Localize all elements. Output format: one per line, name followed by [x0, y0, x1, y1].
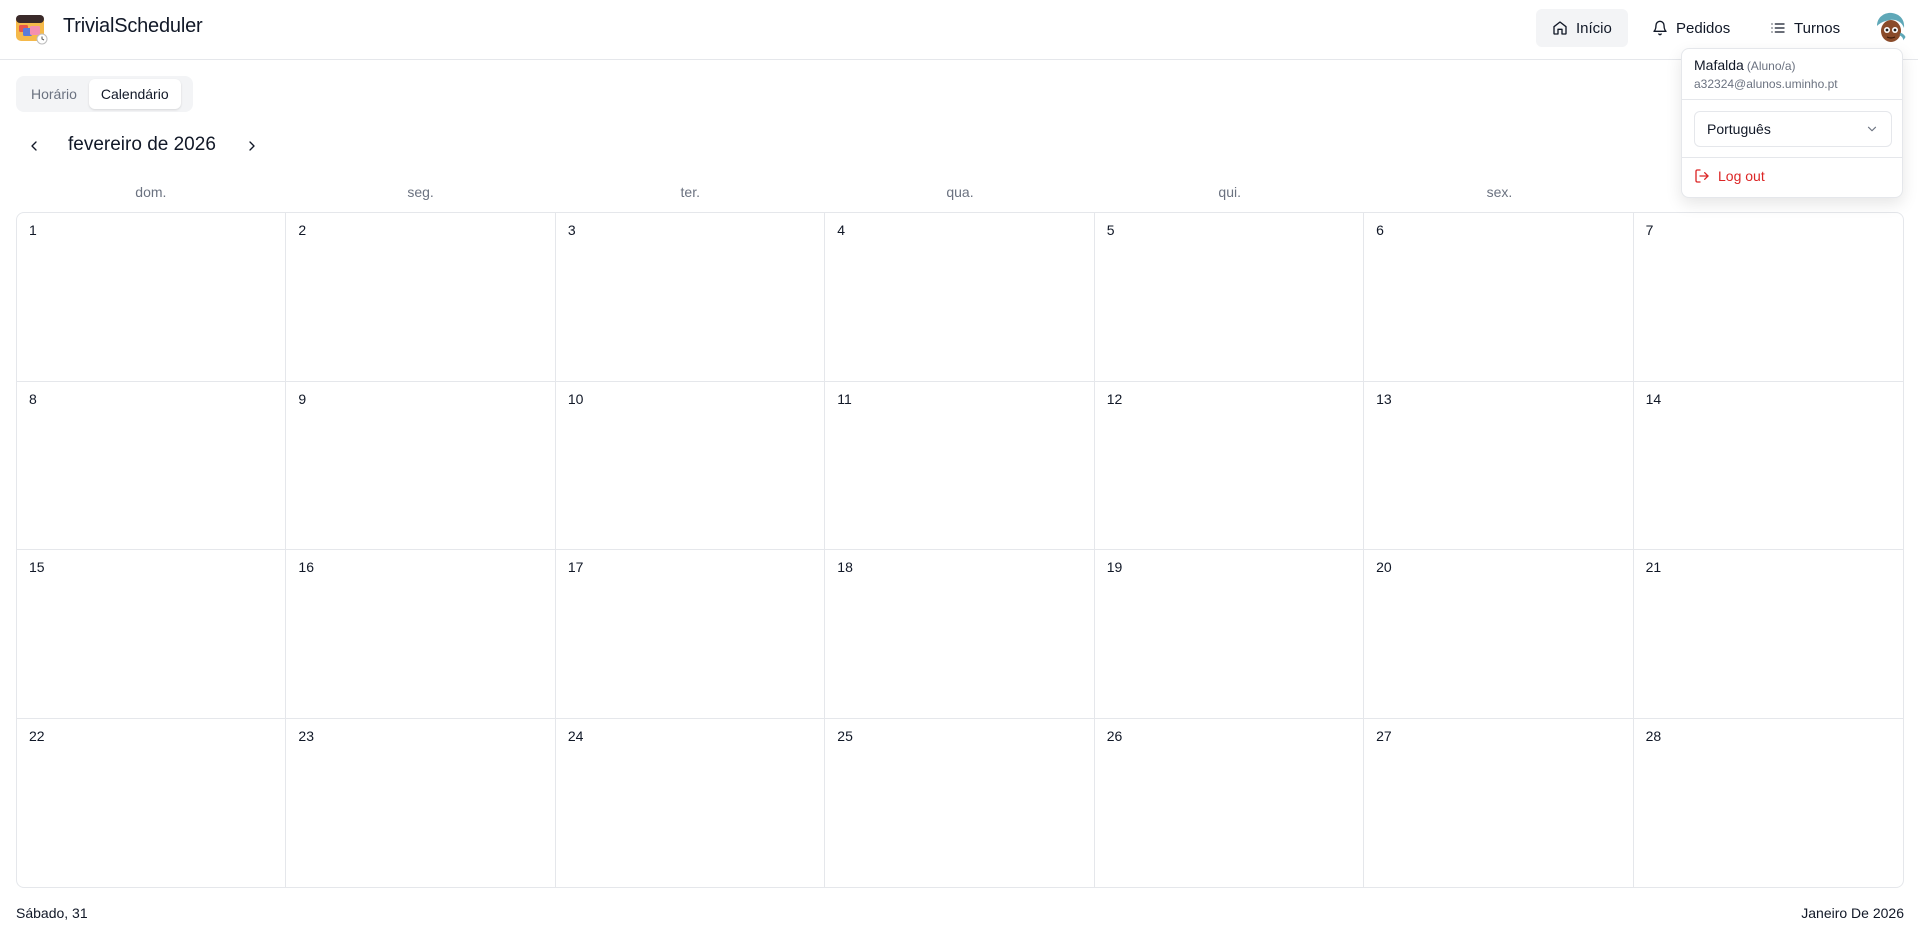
- menu-divider: [1682, 99, 1902, 100]
- user-name-line: Mafalda (Aluno/a): [1694, 57, 1796, 73]
- logout-icon: [1695, 169, 1709, 183]
- calendar-day[interactable]: 20: [1364, 550, 1634, 719]
- calendar-day[interactable]: 18: [825, 550, 1095, 719]
- chevron-down-icon: [1867, 126, 1877, 132]
- language-select[interactable]: Português: [1694, 111, 1892, 147]
- language-value: Português: [1707, 121, 1771, 137]
- calendar-day[interactable]: 24: [556, 718, 826, 887]
- calendar-day[interactable]: 3: [555, 213, 826, 382]
- nav-label: Início: [1576, 19, 1612, 37]
- calendar-day[interactable]: 16: [286, 550, 556, 719]
- nav-label: Pedidos: [1676, 19, 1731, 37]
- calendar-day[interactable]: 4: [825, 213, 1095, 382]
- calendar-grid: 1 2 3 4 5 6 7 8 9 10 11 12 13 14 15 16 1…: [16, 212, 1904, 888]
- calendar-day[interactable]: 7: [1633, 213, 1903, 382]
- calendar-day[interactable]: 26: [1095, 718, 1365, 887]
- calendar-day[interactable]: 17: [555, 550, 826, 719]
- nav-turnos[interactable]: Turnos: [1754, 9, 1856, 47]
- weekday-label: ter.: [680, 184, 701, 200]
- calendar-day[interactable]: 27: [1364, 718, 1634, 887]
- logout-button[interactable]: Log out: [1694, 168, 1765, 184]
- next-month-button[interactable]: [240, 134, 264, 158]
- calendar-day[interactable]: 8: [17, 381, 287, 550]
- weekday-label: qui.: [1218, 184, 1241, 200]
- calendar-day[interactable]: 13: [1364, 381, 1634, 550]
- calendar-day[interactable]: 28: [1634, 719, 1903, 888]
- chevron-right-icon: [249, 141, 255, 151]
- tab-calendario[interactable]: Calendário: [88, 79, 181, 109]
- nav-inicio[interactable]: Início: [1536, 9, 1628, 47]
- tab-horario[interactable]: Horário: [19, 79, 89, 109]
- user-menu-dropdown: Mafalda (Aluno/a) a32324@alunos.uminho.pt…: [1681, 48, 1903, 198]
- calendar-day[interactable]: 9: [286, 381, 556, 550]
- user-avatar[interactable]: [1872, 10, 1908, 46]
- app-header: TrivialScheduler Início Pedidos Turnos: [0, 0, 1918, 60]
- calendar-day[interactable]: 2: [286, 213, 556, 382]
- user-email: a32324@alunos.uminho.pt: [1694, 77, 1838, 91]
- menu-divider: [1682, 157, 1902, 158]
- calendar-day[interactable]: 1: [17, 213, 287, 382]
- calendar-day[interactable]: 6: [1364, 213, 1634, 382]
- home-icon: [1553, 21, 1567, 35]
- list-icon: [1771, 23, 1785, 33]
- app-brand[interactable]: TrivialScheduler: [63, 15, 203, 38]
- weekday-label: qua.: [946, 184, 974, 200]
- weekday-label: dom.: [135, 184, 167, 200]
- calendar-day[interactable]: 21: [1633, 550, 1903, 719]
- selected-month-label: Janeiro De 2026: [1801, 905, 1904, 921]
- calendar-day[interactable]: 5: [1094, 213, 1365, 382]
- calendar-day[interactable]: 14: [1633, 382, 1903, 550]
- user-role: (Aluno/a): [1746, 59, 1796, 73]
- chevron-left-icon: [31, 141, 37, 151]
- weekday-header: dom. seg. ter. qua. qui. sex. sáb.: [16, 184, 1904, 204]
- nav-label: Turnos: [1794, 19, 1841, 37]
- calendar-day[interactable]: 15: [17, 550, 287, 719]
- calendar-day[interactable]: 23: [286, 718, 556, 887]
- calendar-day[interactable]: 25: [825, 718, 1095, 887]
- weekday-label: seg.: [407, 184, 434, 200]
- calendar-day[interactable]: 22: [17, 718, 287, 887]
- nav-pedidos[interactable]: Pedidos: [1636, 9, 1746, 47]
- calendar-day[interactable]: 19: [1094, 550, 1365, 719]
- calendar-day[interactable]: 12: [1094, 381, 1365, 550]
- calendar-day[interactable]: 11: [825, 381, 1095, 550]
- weekday-label: sex.: [1486, 184, 1513, 200]
- app-logo-icon[interactable]: [15, 12, 48, 45]
- calendar-day[interactable]: 10: [555, 381, 826, 550]
- month-navigation: fevereiro de 2026: [16, 130, 266, 162]
- month-title: fevereiro de 2026: [68, 134, 216, 155]
- selected-day-label: Sábado, 31: [16, 905, 88, 921]
- previous-month-button[interactable]: [22, 134, 46, 158]
- view-tabs: Horário Calendário: [16, 76, 193, 112]
- user-name: Mafalda: [1694, 57, 1744, 73]
- bell-icon: [1653, 20, 1667, 36]
- logout-label: Log out: [1718, 168, 1765, 184]
